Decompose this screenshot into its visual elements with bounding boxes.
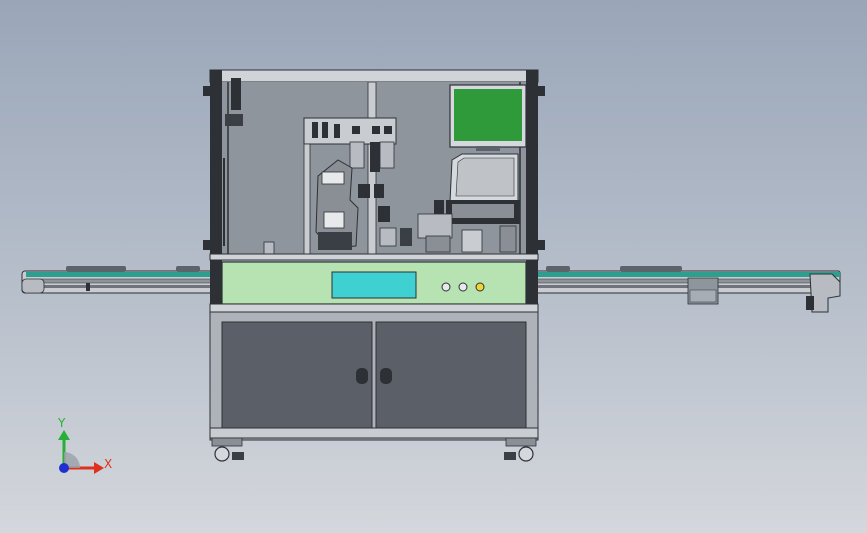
cabinet-door-right [375,321,527,429]
door-handle [380,368,392,384]
x-axis-label: X [104,457,112,471]
coordinate-triad[interactable]: Y X [57,416,112,474]
monitor [449,84,527,151]
left-conveyor-belt [26,272,212,277]
casters [211,437,537,462]
control-panel [221,261,527,305]
monitor-screen [454,89,522,141]
control-knob [458,282,468,292]
cad-viewport[interactable]: Y X [0,0,867,533]
machine-drawing: Y X [21,69,841,474]
table-top [209,253,539,261]
control-knob [441,282,451,292]
y-axis-label: Y [57,416,66,430]
cabinet-door-left [221,321,373,429]
display-screen [331,271,417,299]
left-conveyor [21,266,213,294]
right-conveyor [535,266,841,313]
z-axis-marker [59,463,69,473]
door-handle [356,368,368,384]
right-conveyor-belt [536,272,840,277]
status-lamp [475,282,485,292]
lower-cabinet [209,311,539,441]
